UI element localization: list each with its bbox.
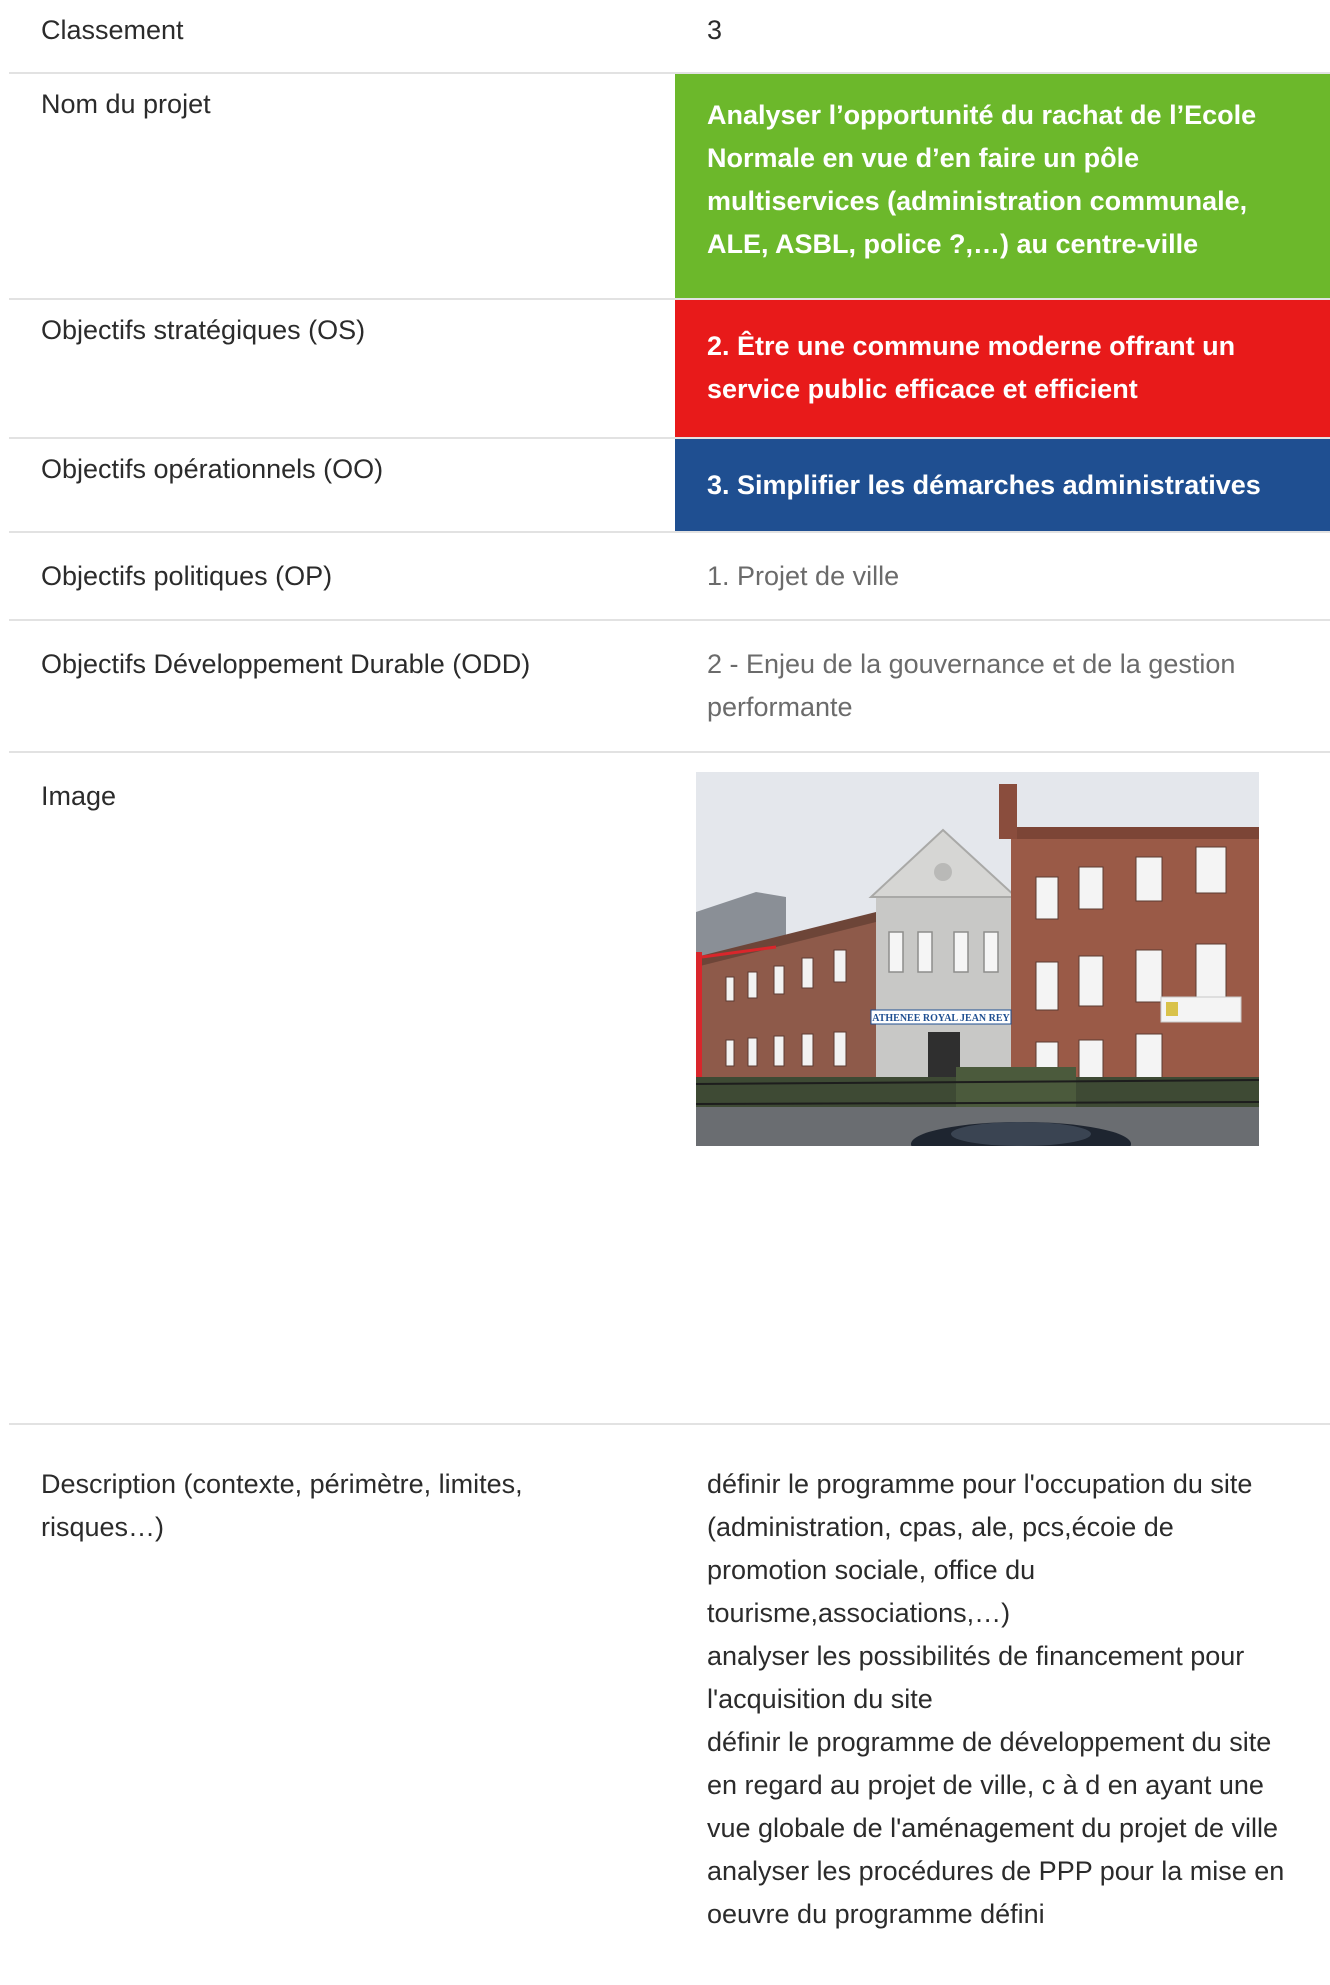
operational-objectives-value: 3. Simplifier les démarches administrati… <box>675 439 1330 531</box>
row-classement: Classement 3 <box>9 0 1330 74</box>
political-objectives-value: 1. Projet de ville <box>707 561 900 591</box>
classement-value: 3 <box>707 15 723 45</box>
strategic-objectives-value: 2. Être une commune moderne offrant un s… <box>675 300 1330 437</box>
description-label: Description (contexte, périmètre, limite… <box>41 1469 523 1542</box>
row-political-objectives: Objectifs politiques (OP) 1. Projet de v… <box>9 533 1330 621</box>
row-description: Description (contexte, périmètre, limite… <box>9 1425 1330 1985</box>
project-detail-table: Classement 3 Nom du projet Analyser l’op… <box>9 0 1330 1985</box>
political-objectives-label: Objectifs politiques (OP) <box>41 561 333 591</box>
row-operational-objectives: Objectifs opérationnels (OO) 3. Simplifi… <box>9 439 1330 533</box>
description-line: analyser les possibilités de financement… <box>707 1641 1245 1714</box>
row-image: Image ATHENEE ROYAL JEAN REY <box>9 753 1330 1425</box>
building-photo: ATHENEE ROYAL JEAN REY <box>696 772 1259 1146</box>
description-value: définir le programme pour l'occupation d… <box>675 1425 1330 1985</box>
description-line: analyser les procédures de PPP pour la m… <box>707 1856 1285 1929</box>
sdg-objectives-value: 2 - Enjeu de la gouvernance et de la ges… <box>707 649 1236 722</box>
project-name-label: Nom du projet <box>41 89 211 119</box>
row-project-name: Nom du projet Analyser l’opportunité du … <box>9 74 1330 300</box>
sdg-objectives-label: Objectifs Développement Durable (ODD) <box>41 649 531 679</box>
description-line: définir le programme de développement du… <box>707 1727 1279 1843</box>
image-cell: ATHENEE ROYAL JEAN REY <box>675 753 1330 1423</box>
operational-objectives-label: Objectifs opérationnels (OO) <box>41 454 384 484</box>
description-line: définir le programme pour l'occupation d… <box>707 1469 1253 1628</box>
row-strategic-objectives: Objectifs stratégiques (OS) 2. Être une … <box>9 300 1330 439</box>
image-label: Image <box>41 781 117 811</box>
row-sdg-objectives: Objectifs Développement Durable (ODD) 2 … <box>9 621 1330 753</box>
project-name-value: Analyser l’opportunité du rachat de l’Ec… <box>675 74 1330 298</box>
strategic-objectives-label: Objectifs stratégiques (OS) <box>41 315 366 345</box>
photo-sign-text: ATHENEE ROYAL JEAN REY <box>872 1013 1010 1024</box>
classement-label: Classement <box>41 15 184 45</box>
